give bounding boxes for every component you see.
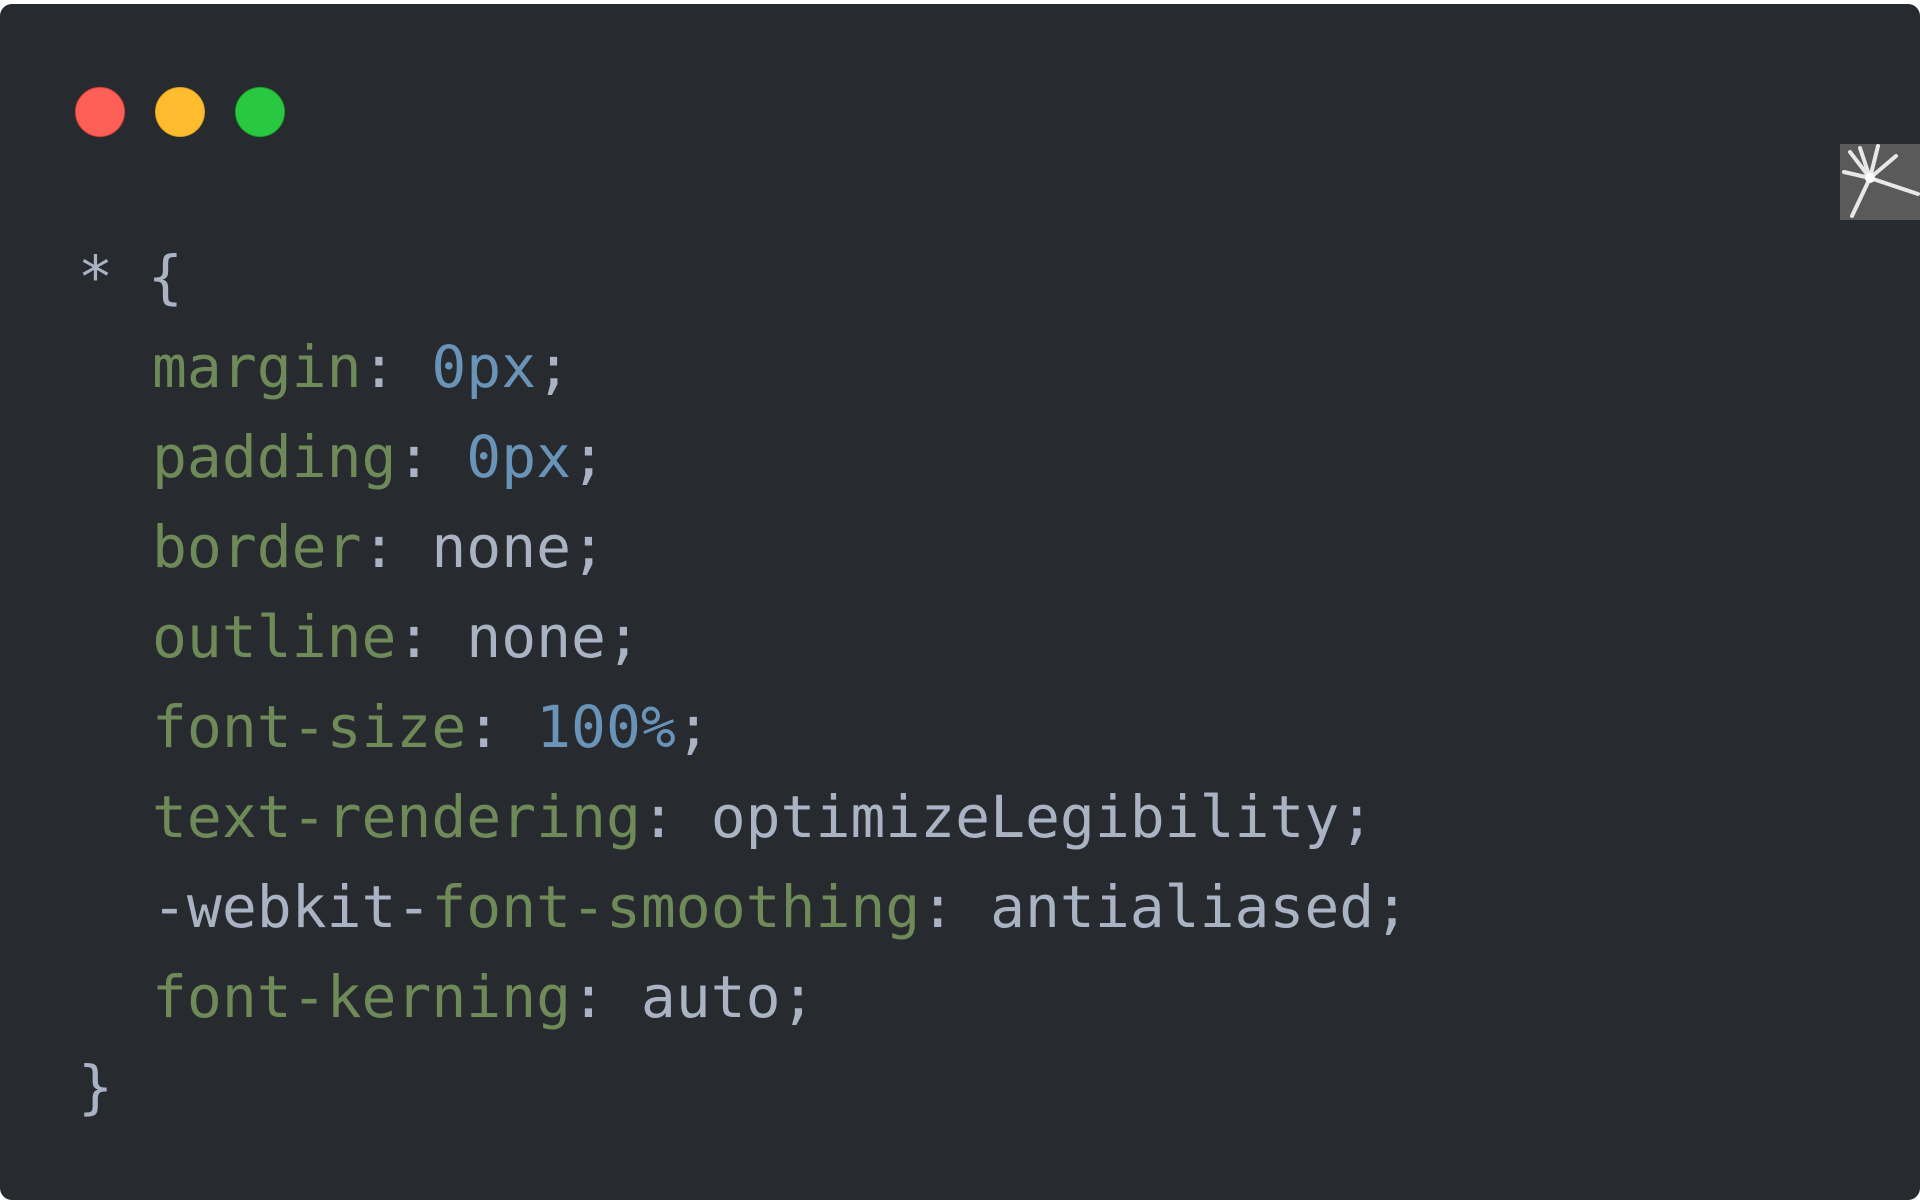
colon: : xyxy=(571,963,641,1031)
property-value: auto xyxy=(640,963,781,1031)
property-name: text-rendering xyxy=(152,783,641,851)
sketch-icon xyxy=(1840,144,1920,220)
window-controls xyxy=(75,87,285,137)
property-name: font-size xyxy=(152,693,467,761)
property-name: margin xyxy=(152,333,362,401)
semicolon: ; xyxy=(536,333,572,401)
property-value: optimizeLegibility xyxy=(710,783,1340,851)
property-name: padding xyxy=(152,423,397,491)
declaration-line: font-size: 100%; xyxy=(78,682,1409,772)
colon: : xyxy=(920,873,991,941)
declaration-line: -webkit-font-smoothing: antialiased; xyxy=(78,862,1409,952)
property-name: font-kerning xyxy=(152,963,572,1031)
semicolon: ; xyxy=(1374,873,1410,941)
semicolon: ; xyxy=(571,423,606,491)
code-window: * {margin: 0px; padding: 0px; border: none… xyxy=(0,4,1920,1200)
property-value: antialiased xyxy=(990,873,1375,941)
vendor-prefix: -webkit- xyxy=(152,873,432,941)
open-brace: { xyxy=(147,243,183,311)
selector: * xyxy=(78,243,113,311)
semicolon: ; xyxy=(675,693,711,761)
colon: : xyxy=(640,783,711,851)
code-block: * {margin: 0px; padding: 0px; border: none… xyxy=(78,232,1409,1132)
declaration-line: text-rendering: optimizeLegibility; xyxy=(78,772,1409,862)
declaration-line: outline: none; xyxy=(78,592,1409,682)
property-value: none xyxy=(466,603,606,671)
declaration-line: margin: 0px; xyxy=(78,322,1409,412)
thumbnail-image xyxy=(1840,144,1920,220)
property-name: outline xyxy=(152,603,397,671)
property-value: 100% xyxy=(536,693,676,761)
closing-line: } xyxy=(78,1042,1409,1132)
minimize-button[interactable] xyxy=(155,87,205,137)
semicolon: ; xyxy=(780,963,816,1031)
declaration-line: padding: 0px; xyxy=(78,412,1409,502)
colon: : xyxy=(361,513,432,581)
property-name: border xyxy=(152,513,362,581)
semicolon: ; xyxy=(571,513,606,581)
colon: : xyxy=(396,603,467,671)
semicolon: ; xyxy=(1339,783,1375,851)
property-value: 0px xyxy=(466,423,572,491)
declaration-line: font-kerning: auto; xyxy=(78,952,1409,1042)
property-value: none xyxy=(431,513,572,581)
property-value: 0px xyxy=(431,333,537,401)
colon: : xyxy=(396,423,467,491)
selector-line: * { xyxy=(78,232,1409,322)
colon: : xyxy=(466,693,537,761)
declaration-line: border: none; xyxy=(78,502,1409,592)
colon: : xyxy=(361,333,432,401)
maximize-button[interactable] xyxy=(235,87,285,137)
close-button[interactable] xyxy=(75,87,125,137)
property-name: font-smoothing xyxy=(431,873,921,941)
semicolon: ; xyxy=(605,603,641,671)
close-brace: } xyxy=(78,1053,113,1121)
